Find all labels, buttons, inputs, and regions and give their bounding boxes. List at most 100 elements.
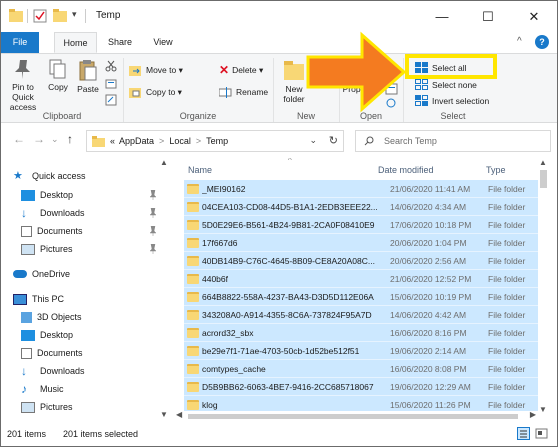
paste-button[interactable]: Paste [73, 58, 103, 94]
nav-onedrive[interactable]: OneDrive [13, 265, 171, 283]
nav-pc-documents[interactable]: Documents [21, 344, 171, 362]
scroll-up-arrow[interactable]: ▲ [539, 158, 547, 167]
new-folder-quick-icon[interactable] [53, 9, 67, 22]
search-input[interactable]: Search Temp [355, 130, 551, 152]
file-row[interactable]: _MEI90162 21/06/2020 11:41 AM File folder [184, 180, 538, 198]
nav-this-pc[interactable]: This PC [13, 290, 171, 308]
cut-icon[interactable] [105, 60, 117, 72]
close-button[interactable]: ✕ [511, 1, 557, 32]
delete-button[interactable]: ✕ Delete ▾ [219, 62, 263, 78]
delete-label: Delete ▾ [232, 65, 264, 75]
nav-music[interactable]: ♪ Music [21, 380, 171, 398]
nav-pc-downloads[interactable]: ↓ Downloads [21, 362, 171, 380]
pin-icon[interactable] [149, 226, 157, 236]
nav-label: Documents [37, 348, 83, 358]
file-row[interactable]: 440b6f 21/06/2020 12:52 PM File folder [184, 270, 538, 288]
column-header-type[interactable]: Type [486, 158, 506, 182]
nav-desktop[interactable]: Desktop [21, 186, 171, 204]
column-header-date[interactable]: Date modified [378, 158, 434, 182]
pin-icon[interactable] [149, 208, 157, 218]
tab-share[interactable]: Share [101, 32, 139, 53]
file-type: File folder [488, 364, 526, 374]
copy-button[interactable]: Copy [45, 58, 71, 92]
file-row[interactable]: 04CEA103-CD08-44D5-B1A1-2EDB3EEE22... 14/… [184, 198, 538, 216]
file-row[interactable]: 40DB14B9-C76C-4645-8B09-CE8A20A08C... 20/… [184, 252, 538, 270]
nav-pc-desktop[interactable]: Desktop [21, 326, 171, 344]
pin-icon[interactable] [149, 190, 157, 200]
nav-label: Downloads [40, 366, 85, 376]
help-icon[interactable]: ? [535, 35, 549, 49]
tab-view[interactable]: View [144, 32, 182, 53]
scroll-left-arrow[interactable]: ◀ [176, 410, 182, 419]
folder-icon [187, 346, 199, 356]
tab-file[interactable]: File [1, 32, 39, 53]
nav-documents[interactable]: Documents [21, 222, 171, 240]
nav-pictures[interactable]: Pictures [21, 240, 171, 258]
ribbon-tabs: File Home Share View ^ ? [1, 32, 557, 53]
breadcrumb-local[interactable]: Local [169, 136, 191, 146]
file-row[interactable]: 5D0E29E6-B561-4B24-9B81-2CA0F08410E9 17/0… [184, 216, 538, 234]
file-row[interactable]: be29e7f1-71ae-4703-50cb-1d52be512f51 19/0… [184, 342, 538, 360]
pin-icon[interactable] [149, 244, 157, 254]
pc-icon [13, 293, 27, 305]
properties-check-icon[interactable] [33, 9, 47, 23]
copy-path-icon[interactable] [105, 78, 117, 90]
copy-to-button[interactable]: Copy to ▾ [129, 84, 182, 100]
content-scrollbar[interactable]: ▲ ▼ [538, 158, 548, 416]
file-name: acrord32_sbx [202, 328, 254, 338]
select-none-button[interactable]: Select none [415, 77, 477, 93]
nav-quick-access[interactable]: ★ Quick access [13, 167, 171, 185]
nav-3d-objects[interactable]: 3D Objects [21, 308, 171, 326]
up-button[interactable]: ↑ [67, 132, 73, 146]
file-row[interactable]: D5B9BB62-6063-4BE7-9416-2CC685718067 19/0… [184, 378, 538, 396]
scroll-thumb[interactable] [540, 170, 547, 188]
file-row[interactable]: 343208A0-A914-4355-8C6A-737824F95A7D 14/0… [184, 306, 538, 324]
file-row[interactable]: 664B8822-558A-4237-BA43-D3D5D112E06A 15/0… [184, 288, 538, 306]
move-to-button[interactable]: Move to ▾ [129, 62, 183, 78]
maximize-button[interactable]: ☐ [465, 1, 511, 32]
paste-shortcut-icon[interactable] [105, 94, 117, 106]
scroll-down-arrow[interactable]: ▼ [539, 405, 547, 414]
collapse-ribbon-icon[interactable]: ^ [517, 36, 522, 47]
search-icon [364, 136, 374, 146]
copy-to-label: Copy to ▾ [146, 87, 182, 97]
select-none-icon [415, 79, 428, 90]
back-button[interactable]: ← [13, 132, 25, 146]
recent-locations-button[interactable]: ⌄ [51, 134, 59, 145]
scroll-up-arrow[interactable]: ▲ [160, 158, 168, 167]
address-bar[interactable]: « AppData > Local > Temp ⌄ ↻ [86, 130, 344, 152]
details-view-icon[interactable] [517, 427, 530, 440]
file-row[interactable]: acrord32_sbx 16/06/2020 8:16 PM File folde… [184, 324, 538, 342]
select-group-label: Select [440, 111, 466, 121]
refresh-button[interactable]: ↻ [329, 134, 338, 147]
documents-icon [21, 225, 32, 237]
file-row[interactable]: comtypes_cache 16/06/2020 8:08 PM File fol… [184, 360, 538, 378]
file-row[interactable]: 17f667d6 20/06/2020 1:04 PM File folder [184, 234, 538, 252]
invert-selection-icon [415, 95, 428, 106]
nav-scrollbar[interactable]: ▲ ▼ [159, 158, 169, 421]
forward-button[interactable]: → [33, 132, 45, 146]
column-header-name[interactable]: Name [188, 158, 212, 182]
horizontal-scrollbar[interactable]: ◀ ▶ [174, 410, 538, 421]
scroll-down-arrow[interactable]: ▼ [160, 410, 168, 419]
pointer-arrow-graphic [306, 31, 407, 113]
pin-quick-access-button[interactable]: Pin to Quick access [3, 58, 43, 112]
large-icons-view-icon[interactable] [535, 427, 548, 440]
breadcrumb-temp[interactable]: Temp [206, 136, 228, 146]
scroll-right-arrow[interactable]: ▶ [530, 410, 536, 419]
file-type: File folder [488, 274, 526, 284]
file-type: File folder [488, 238, 526, 248]
invert-selection-button[interactable]: Invert selection [415, 93, 489, 109]
breadcrumb-overflow[interactable]: « [110, 136, 115, 146]
delete-icon: ✕ [219, 63, 230, 77]
rename-button[interactable]: Rename [219, 84, 268, 100]
hscroll-thumb[interactable] [188, 414, 518, 419]
invert-selection-label: Invert selection [432, 96, 490, 106]
address-history-dropdown[interactable]: ⌄ [309, 135, 317, 146]
nav-downloads[interactable]: ↓ Downloads [21, 204, 171, 222]
tab-home[interactable]: Home [54, 32, 97, 53]
minimize-button[interactable]: — [419, 1, 465, 32]
nav-pc-pictures[interactable]: Pictures [21, 398, 171, 416]
customize-toolbar-icon[interactable]: ▾ [72, 9, 77, 20]
breadcrumb-appdata[interactable]: AppData [119, 136, 154, 146]
